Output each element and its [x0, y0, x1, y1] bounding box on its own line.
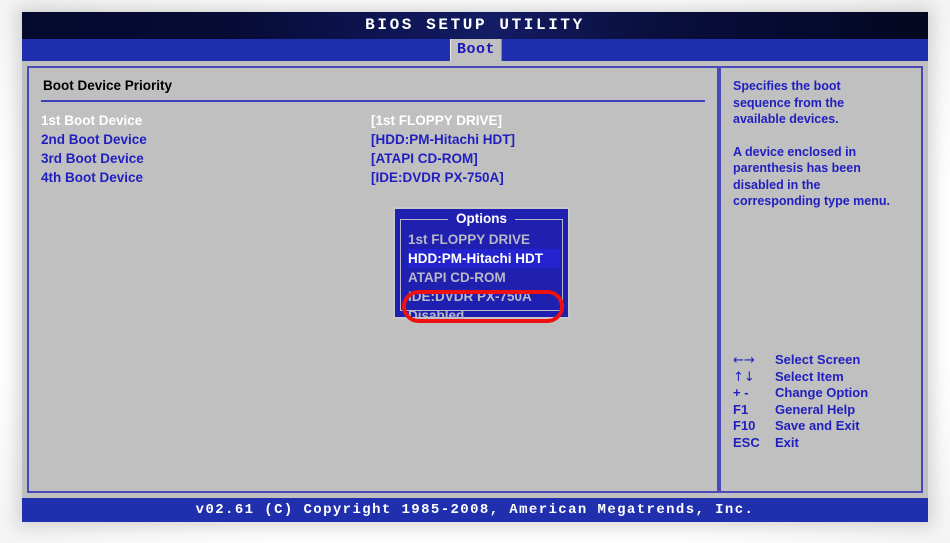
- help-text-paragraph-2: A device enclosed in parenthesis has bee…: [733, 144, 890, 209]
- key-legend: ←→ Select Screen ↑↓ Select Item + - Chan…: [733, 352, 913, 451]
- key-legend-label: General Help: [775, 401, 856, 417]
- key-legend-label: Select Item: [775, 368, 844, 384]
- boot-device-label: 2nd Boot Device: [41, 132, 147, 147]
- options-list[interactable]: 1st FLOPPY DRIVE HDD:PM-Hitachi HDT ATAP…: [408, 230, 560, 325]
- key-legend-row-change-option: + - Change Option: [733, 385, 913, 402]
- boot-device-value[interactable]: [HDD:PM-Hitachi HDT]: [371, 130, 515, 149]
- f1-key-icon: F1: [733, 401, 749, 417]
- bios-menu-bar[interactable]: Boot: [22, 39, 928, 61]
- key-legend-row-general-help: F1 General Help: [733, 402, 913, 419]
- boot-device-row-4[interactable]: 4th Boot Device [IDE:DVDR PX-750A]: [41, 168, 705, 187]
- options-dialog-title: Options: [395, 211, 568, 226]
- key-legend-row-exit: ESC Exit: [733, 435, 913, 452]
- bios-body: Boot Device Priority 1st Boot Device [1s…: [22, 61, 928, 493]
- key-legend-row-select-screen: ←→ Select Screen: [733, 352, 913, 369]
- boot-device-label: 1st Boot Device: [41, 113, 143, 128]
- page-title: BIOS SETUP UTILITY: [365, 16, 585, 34]
- bios-title-bar: BIOS SETUP UTILITY: [22, 12, 928, 39]
- section-title: Boot Device Priority: [43, 78, 173, 93]
- boot-device-label: 3rd Boot Device: [41, 151, 144, 166]
- f10-key-icon: F10: [733, 418, 756, 433]
- options-dialog[interactable]: Options 1st FLOPPY DRIVE HDD:PM-Hitachi …: [393, 207, 570, 323]
- bios-footer-bar: v02.61 (C) Copyright 1985-2008, American…: [22, 498, 928, 522]
- key-legend-label: Exit: [775, 434, 799, 450]
- option-item-disabled[interactable]: Disabled: [408, 306, 560, 325]
- screenshot-canvas: BIOS SETUP UTILITY Boot Boot Device Prio…: [0, 0, 950, 543]
- plus-minus-key-icon: + -: [733, 385, 749, 400]
- esc-key-icon: ESC: [733, 434, 760, 450]
- boot-device-row-2[interactable]: 2nd Boot Device [HDD:PM-Hitachi HDT]: [41, 130, 705, 149]
- option-item-hdd-selected[interactable]: HDD:PM-Hitachi HDT: [408, 249, 560, 268]
- options-dialog-title-text: Options: [448, 211, 515, 226]
- key-legend-label: Change Option: [775, 385, 869, 400]
- boot-device-label: 4th Boot Device: [41, 170, 144, 185]
- boot-device-value[interactable]: [IDE:DVDR PX-750A]: [371, 168, 504, 187]
- option-item-ide-dvdr[interactable]: IDE:DVDR PX-750A: [408, 287, 560, 306]
- key-legend-row-save-and-exit: F10 Save and Exit: [733, 418, 913, 435]
- boot-device-priority-panel: Boot Device Priority 1st Boot Device [1s…: [27, 66, 717, 493]
- boot-device-row-3[interactable]: 3rd Boot Device [ATAPI CD-ROM]: [41, 149, 705, 168]
- help-text-paragraph-1: Specifies the boot sequence from the ava…: [733, 79, 845, 126]
- tab-boot[interactable]: Boot: [449, 39, 502, 61]
- bios-setup-screen: BIOS SETUP UTILITY Boot Boot Device Prio…: [22, 12, 928, 522]
- boot-device-row-1[interactable]: 1st Boot Device [1st FLOPPY DRIVE]: [41, 111, 705, 130]
- section-divider: [41, 100, 705, 102]
- copyright-text: v02.61 (C) Copyright 1985-2008, American…: [195, 502, 755, 518]
- key-legend-label: Select Screen: [775, 352, 861, 367]
- option-item-floppy[interactable]: 1st FLOPPY DRIVE: [408, 230, 560, 249]
- help-panel: Specifies the boot sequence from the ava…: [721, 66, 923, 493]
- boot-device-value[interactable]: [ATAPI CD-ROM]: [371, 149, 478, 168]
- key-legend-row-select-item: ↑↓ Select Item: [733, 369, 913, 386]
- left-right-arrow-icon: ←→: [733, 353, 755, 368]
- boot-device-value[interactable]: [1st FLOPPY DRIVE]: [371, 111, 502, 130]
- key-legend-label: Save and Exit: [775, 418, 860, 433]
- up-down-arrow-icon: ↑↓: [733, 369, 755, 385]
- option-item-atapi-cdrom[interactable]: ATAPI CD-ROM: [408, 268, 560, 287]
